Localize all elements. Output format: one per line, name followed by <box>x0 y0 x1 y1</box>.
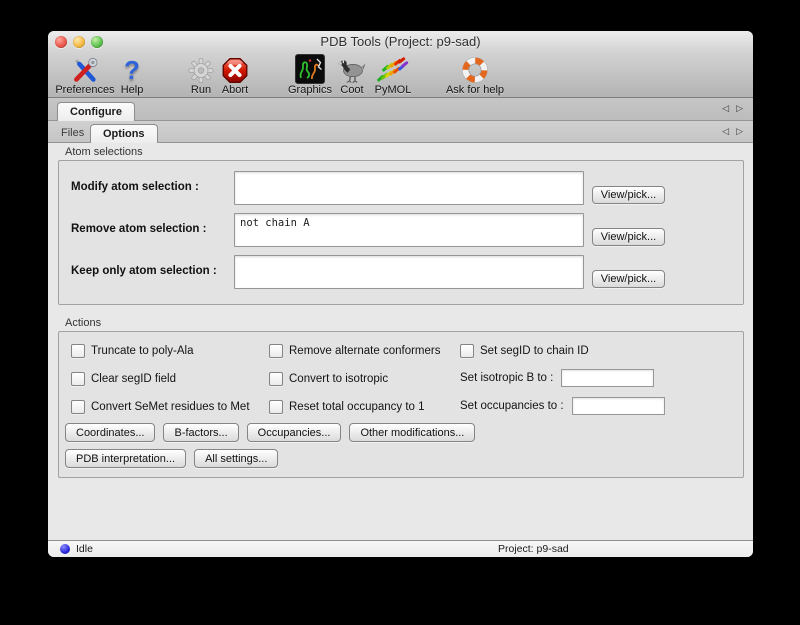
occupancies-button[interactable]: Occupancies... <box>247 423 342 442</box>
remove-atom-selection-label: Remove atom selection : <box>71 223 241 235</box>
lifebuoy-icon <box>461 56 489 84</box>
abort-button[interactable]: Abort <box>222 54 249 96</box>
ask-for-help-button[interactable]: Ask for help <box>446 54 504 96</box>
checkbox-icon[interactable] <box>269 372 283 386</box>
checkbox-icon[interactable] <box>269 400 283 414</box>
keep-only-atom-selection-input[interactable] <box>234 255 584 289</box>
remove-atom-selection-input[interactable]: not chain A <box>234 213 584 247</box>
checkbox-remove-alternate-conformers[interactable]: Remove alternate conformers <box>269 344 440 357</box>
tab-scroll-right-icon[interactable]: ▷ <box>736 104 743 114</box>
pymol-button[interactable]: PyMOL <box>375 54 412 96</box>
run-button[interactable]: Run <box>188 54 215 96</box>
tab-scroll-left-icon[interactable]: ◁ <box>722 104 729 114</box>
atom-selections-group: Modify atom selection : View/pick... Rem… <box>58 160 744 305</box>
tab-nav-arrows: ◁ ▷ <box>722 104 743 114</box>
checkbox-icon[interactable] <box>71 400 85 414</box>
status-indicator-icon <box>60 544 70 554</box>
tab-scroll-left-icon[interactable]: ◁ <box>722 127 729 137</box>
actions-buttons-row-2: PDB interpretation... All settings... <box>65 449 278 468</box>
toolbar-item-label: Run <box>188 84 215 96</box>
toolbar-item-label: Ask for help <box>446 84 504 96</box>
set-isotropic-b-input[interactable] <box>561 369 654 387</box>
status-bar: Idle Project: p9-sad <box>48 540 753 557</box>
checkbox-set-segid-to-chain-id[interactable]: Set segID to chain ID <box>460 344 589 357</box>
tab-configure[interactable]: Configure <box>57 102 135 121</box>
checkbox-icon[interactable] <box>71 344 85 358</box>
coot-bird-icon <box>336 57 368 84</box>
toolbar: Preferences ? Help <box>48 53 753 98</box>
set-occupancies-row: Set occupancies to : <box>460 396 665 416</box>
project-label: Project: p9-sad <box>498 543 569 555</box>
pdb-interpretation-button[interactable]: PDB interpretation... <box>65 449 186 468</box>
checkbox-icon[interactable] <box>269 344 283 358</box>
coot-button[interactable]: Coot <box>336 54 368 96</box>
checkbox-convert-to-isotropic[interactable]: Convert to isotropic <box>269 372 388 385</box>
all-settings-button[interactable]: All settings... <box>194 449 278 468</box>
modify-atom-selection-label: Modify atom selection : <box>71 181 241 193</box>
atom-selections-group-label: Atom selections <box>65 146 143 158</box>
tab-options[interactable]: Options <box>90 124 158 143</box>
toolbar-item-label: Abort <box>222 84 249 96</box>
files-options-tab-strip: Files Options ◁ ▷ <box>48 121 753 143</box>
gear-icon <box>188 57 215 84</box>
molecule-graphics-icon <box>295 54 325 84</box>
coordinates-button[interactable]: Coordinates... <box>65 423 155 442</box>
toolbar-item-label: Help <box>121 84 144 96</box>
set-occupancies-input[interactable] <box>572 397 665 415</box>
preferences-button[interactable]: Preferences <box>55 54 114 96</box>
tab-scroll-right-icon[interactable]: ▷ <box>736 127 743 137</box>
toolbar-item-label: Preferences <box>55 84 114 96</box>
question-mark-icon: ? <box>124 56 140 84</box>
window-title: PDB Tools (Project: p9-sad) <box>48 31 753 53</box>
checkbox-reset-total-occupancy-to-1[interactable]: Reset total occupancy to 1 <box>269 400 425 413</box>
abort-octagon-icon <box>222 57 249 84</box>
desktop-background: PDB Tools (Project: p9-sad) Preferences … <box>0 0 800 625</box>
status-text: Idle <box>76 543 93 555</box>
checkbox-icon[interactable] <box>71 372 85 386</box>
keep-only-atom-selection-label: Keep only atom selection : <box>71 265 241 277</box>
rainbow-helix-icon <box>376 57 410 84</box>
modify-atom-selection-input[interactable] <box>234 171 584 205</box>
view-pick-button-remove[interactable]: View/pick... <box>592 228 665 246</box>
set-occupancies-label: Set occupancies to : <box>460 400 564 412</box>
title-bar[interactable]: PDB Tools (Project: p9-sad) <box>48 31 753 53</box>
set-isotropic-b-row: Set isotropic B to : <box>460 368 654 388</box>
help-button[interactable]: ? Help <box>121 54 144 96</box>
toolbar-item-label: Coot <box>336 84 368 96</box>
actions-group: Truncate to poly-Ala Remove alternate co… <box>58 331 744 478</box>
checkbox-clear-segid-field[interactable]: Clear segID field <box>71 372 176 385</box>
options-pane: Atom selections Modify atom selection : … <box>48 143 753 541</box>
toolbar-item-label: PyMOL <box>375 84 412 96</box>
pdb-tools-window: PDB Tools (Project: p9-sad) Preferences … <box>48 31 753 557</box>
view-pick-button-keep-only[interactable]: View/pick... <box>592 270 665 288</box>
other-modifications-button[interactable]: Other modifications... <box>349 423 475 442</box>
actions-group-label: Actions <box>65 317 101 329</box>
checkbox-truncate-to-poly-ala[interactable]: Truncate to poly-Ala <box>71 344 193 357</box>
tab-files[interactable]: Files <box>61 127 84 139</box>
set-isotropic-b-label: Set isotropic B to : <box>460 372 553 384</box>
checkbox-icon[interactable] <box>460 344 474 358</box>
tab-nav-arrows: ◁ ▷ <box>722 127 743 137</box>
configure-tab-strip: Configure ◁ ▷ <box>48 98 753 121</box>
checkbox-convert-semet-residues-to-met[interactable]: Convert SeMet residues to Met <box>71 400 250 413</box>
toolbar-item-label: Graphics <box>288 84 332 96</box>
graphics-button[interactable]: Graphics <box>288 54 332 96</box>
view-pick-button-modify[interactable]: View/pick... <box>592 186 665 204</box>
actions-buttons-row-1: Coordinates... B-factors... Occupancies.… <box>65 423 475 442</box>
b-factors-button[interactable]: B-factors... <box>163 423 238 442</box>
tools-icon <box>71 57 99 84</box>
